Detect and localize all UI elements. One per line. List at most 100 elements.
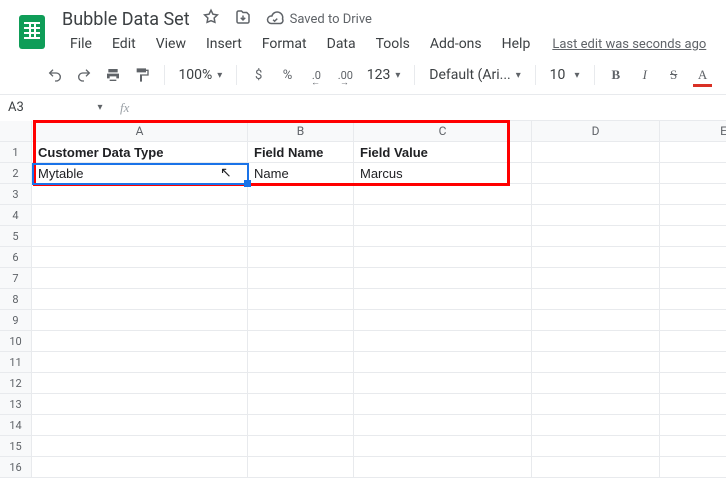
cell-D7[interactable]: [532, 268, 660, 289]
cell-A16[interactable]: [32, 457, 248, 478]
font-select[interactable]: Default (Ari...▾: [425, 67, 524, 83]
paint-format-button[interactable]: [131, 62, 154, 88]
cell-E9[interactable]: [660, 310, 726, 331]
menu-edit[interactable]: Edit: [104, 32, 144, 56]
cell-D10[interactable]: [532, 331, 660, 352]
column-header-A[interactable]: A: [32, 121, 248, 142]
cell-E4[interactable]: [660, 205, 726, 226]
column-header-C[interactable]: C: [354, 121, 532, 142]
cell-A15[interactable]: [32, 436, 248, 457]
cell-E5[interactable]: [660, 226, 726, 247]
cell-A6[interactable]: [32, 247, 248, 268]
cell-E1[interactable]: [660, 142, 726, 163]
percent-button[interactable]: %: [276, 62, 299, 88]
star-icon[interactable]: [202, 8, 220, 30]
row-header-6[interactable]: 6: [0, 247, 32, 268]
formula-bar[interactable]: [139, 95, 726, 120]
cell-B14[interactable]: [248, 415, 354, 436]
cell-B9[interactable]: [248, 310, 354, 331]
cell-E13[interactable]: [660, 394, 726, 415]
cell-D15[interactable]: [532, 436, 660, 457]
row-header-2[interactable]: 2: [0, 163, 32, 184]
cell-A9[interactable]: [32, 310, 248, 331]
menu-data[interactable]: Data: [319, 32, 364, 56]
cell-B2[interactable]: Name: [248, 163, 354, 184]
row-header-7[interactable]: 7: [0, 268, 32, 289]
row-header-4[interactable]: 4: [0, 205, 32, 226]
cell-D9[interactable]: [532, 310, 660, 331]
cell-B4[interactable]: [248, 205, 354, 226]
cell-D5[interactable]: [532, 226, 660, 247]
cell-A10[interactable]: [32, 331, 248, 352]
cell-A2[interactable]: Mytable: [32, 163, 248, 184]
menu-insert[interactable]: Insert: [198, 32, 250, 56]
cell-C6[interactable]: [354, 247, 532, 268]
cell-A5[interactable]: [32, 226, 248, 247]
cell-B1[interactable]: Field Name: [248, 142, 354, 163]
cell-B7[interactable]: [248, 268, 354, 289]
row-header-14[interactable]: 14: [0, 415, 32, 436]
font-size-select[interactable]: 10▾: [546, 67, 584, 83]
cell-A14[interactable]: [32, 415, 248, 436]
zoom-select[interactable]: 100%▾: [174, 67, 226, 83]
cell-A4[interactable]: [32, 205, 248, 226]
move-icon[interactable]: [234, 8, 252, 30]
cell-C12[interactable]: [354, 373, 532, 394]
cell-B5[interactable]: [248, 226, 354, 247]
row-header-15[interactable]: 15: [0, 436, 32, 457]
cell-D14[interactable]: [532, 415, 660, 436]
cell-C7[interactable]: [354, 268, 532, 289]
cell-B6[interactable]: [248, 247, 354, 268]
cell-C10[interactable]: [354, 331, 532, 352]
cell-B11[interactable]: [248, 352, 354, 373]
cell-D13[interactable]: [532, 394, 660, 415]
column-header-B[interactable]: B: [248, 121, 354, 142]
menu-tools[interactable]: Tools: [368, 32, 418, 56]
cell-C2[interactable]: Marcus: [354, 163, 532, 184]
menu-file[interactable]: File: [62, 32, 100, 56]
text-color-button[interactable]: A: [691, 62, 714, 88]
row-header-13[interactable]: 13: [0, 394, 32, 415]
cell-B13[interactable]: [248, 394, 354, 415]
row-header-1[interactable]: 1: [0, 142, 32, 163]
redo-button[interactable]: [73, 62, 96, 88]
column-header-E[interactable]: E: [660, 121, 726, 142]
cell-E11[interactable]: [660, 352, 726, 373]
cell-B8[interactable]: [248, 289, 354, 310]
cell-C3[interactable]: [354, 184, 532, 205]
cell-B10[interactable]: [248, 331, 354, 352]
currency-button[interactable]: $: [247, 62, 270, 88]
row-header-16[interactable]: 16: [0, 457, 32, 478]
row-header-10[interactable]: 10: [0, 331, 32, 352]
cell-C8[interactable]: [354, 289, 532, 310]
increase-decimal-button[interactable]: .00→: [334, 62, 357, 88]
cell-E12[interactable]: [660, 373, 726, 394]
row-header-11[interactable]: 11: [0, 352, 32, 373]
cell-A3[interactable]: [32, 184, 248, 205]
cloud-status-icon[interactable]: Saved to Drive: [266, 10, 372, 28]
cell-E15[interactable]: [660, 436, 726, 457]
sheets-logo[interactable]: [12, 12, 52, 52]
cell-C14[interactable]: [354, 415, 532, 436]
cell-E10[interactable]: [660, 331, 726, 352]
cell-E6[interactable]: [660, 247, 726, 268]
cell-C1[interactable]: Field Value: [354, 142, 532, 163]
row-header-12[interactable]: 12: [0, 373, 32, 394]
cell-B12[interactable]: [248, 373, 354, 394]
menu-help[interactable]: Help: [494, 32, 539, 56]
document-title[interactable]: Bubble Data Set: [62, 9, 190, 30]
decrease-decimal-button[interactable]: .0←: [305, 62, 328, 88]
print-button[interactable]: [102, 62, 125, 88]
spreadsheet-grid[interactable]: ABCDE1Customer Data TypeField NameField …: [0, 121, 726, 478]
cell-E7[interactable]: [660, 268, 726, 289]
cell-E16[interactable]: [660, 457, 726, 478]
cell-A11[interactable]: [32, 352, 248, 373]
cell-D1[interactable]: [532, 142, 660, 163]
cell-D8[interactable]: [532, 289, 660, 310]
cell-C5[interactable]: [354, 226, 532, 247]
cell-D4[interactable]: [532, 205, 660, 226]
cell-C4[interactable]: [354, 205, 532, 226]
name-box[interactable]: [0, 95, 90, 121]
row-header-3[interactable]: 3: [0, 184, 32, 205]
cell-D16[interactable]: [532, 457, 660, 478]
